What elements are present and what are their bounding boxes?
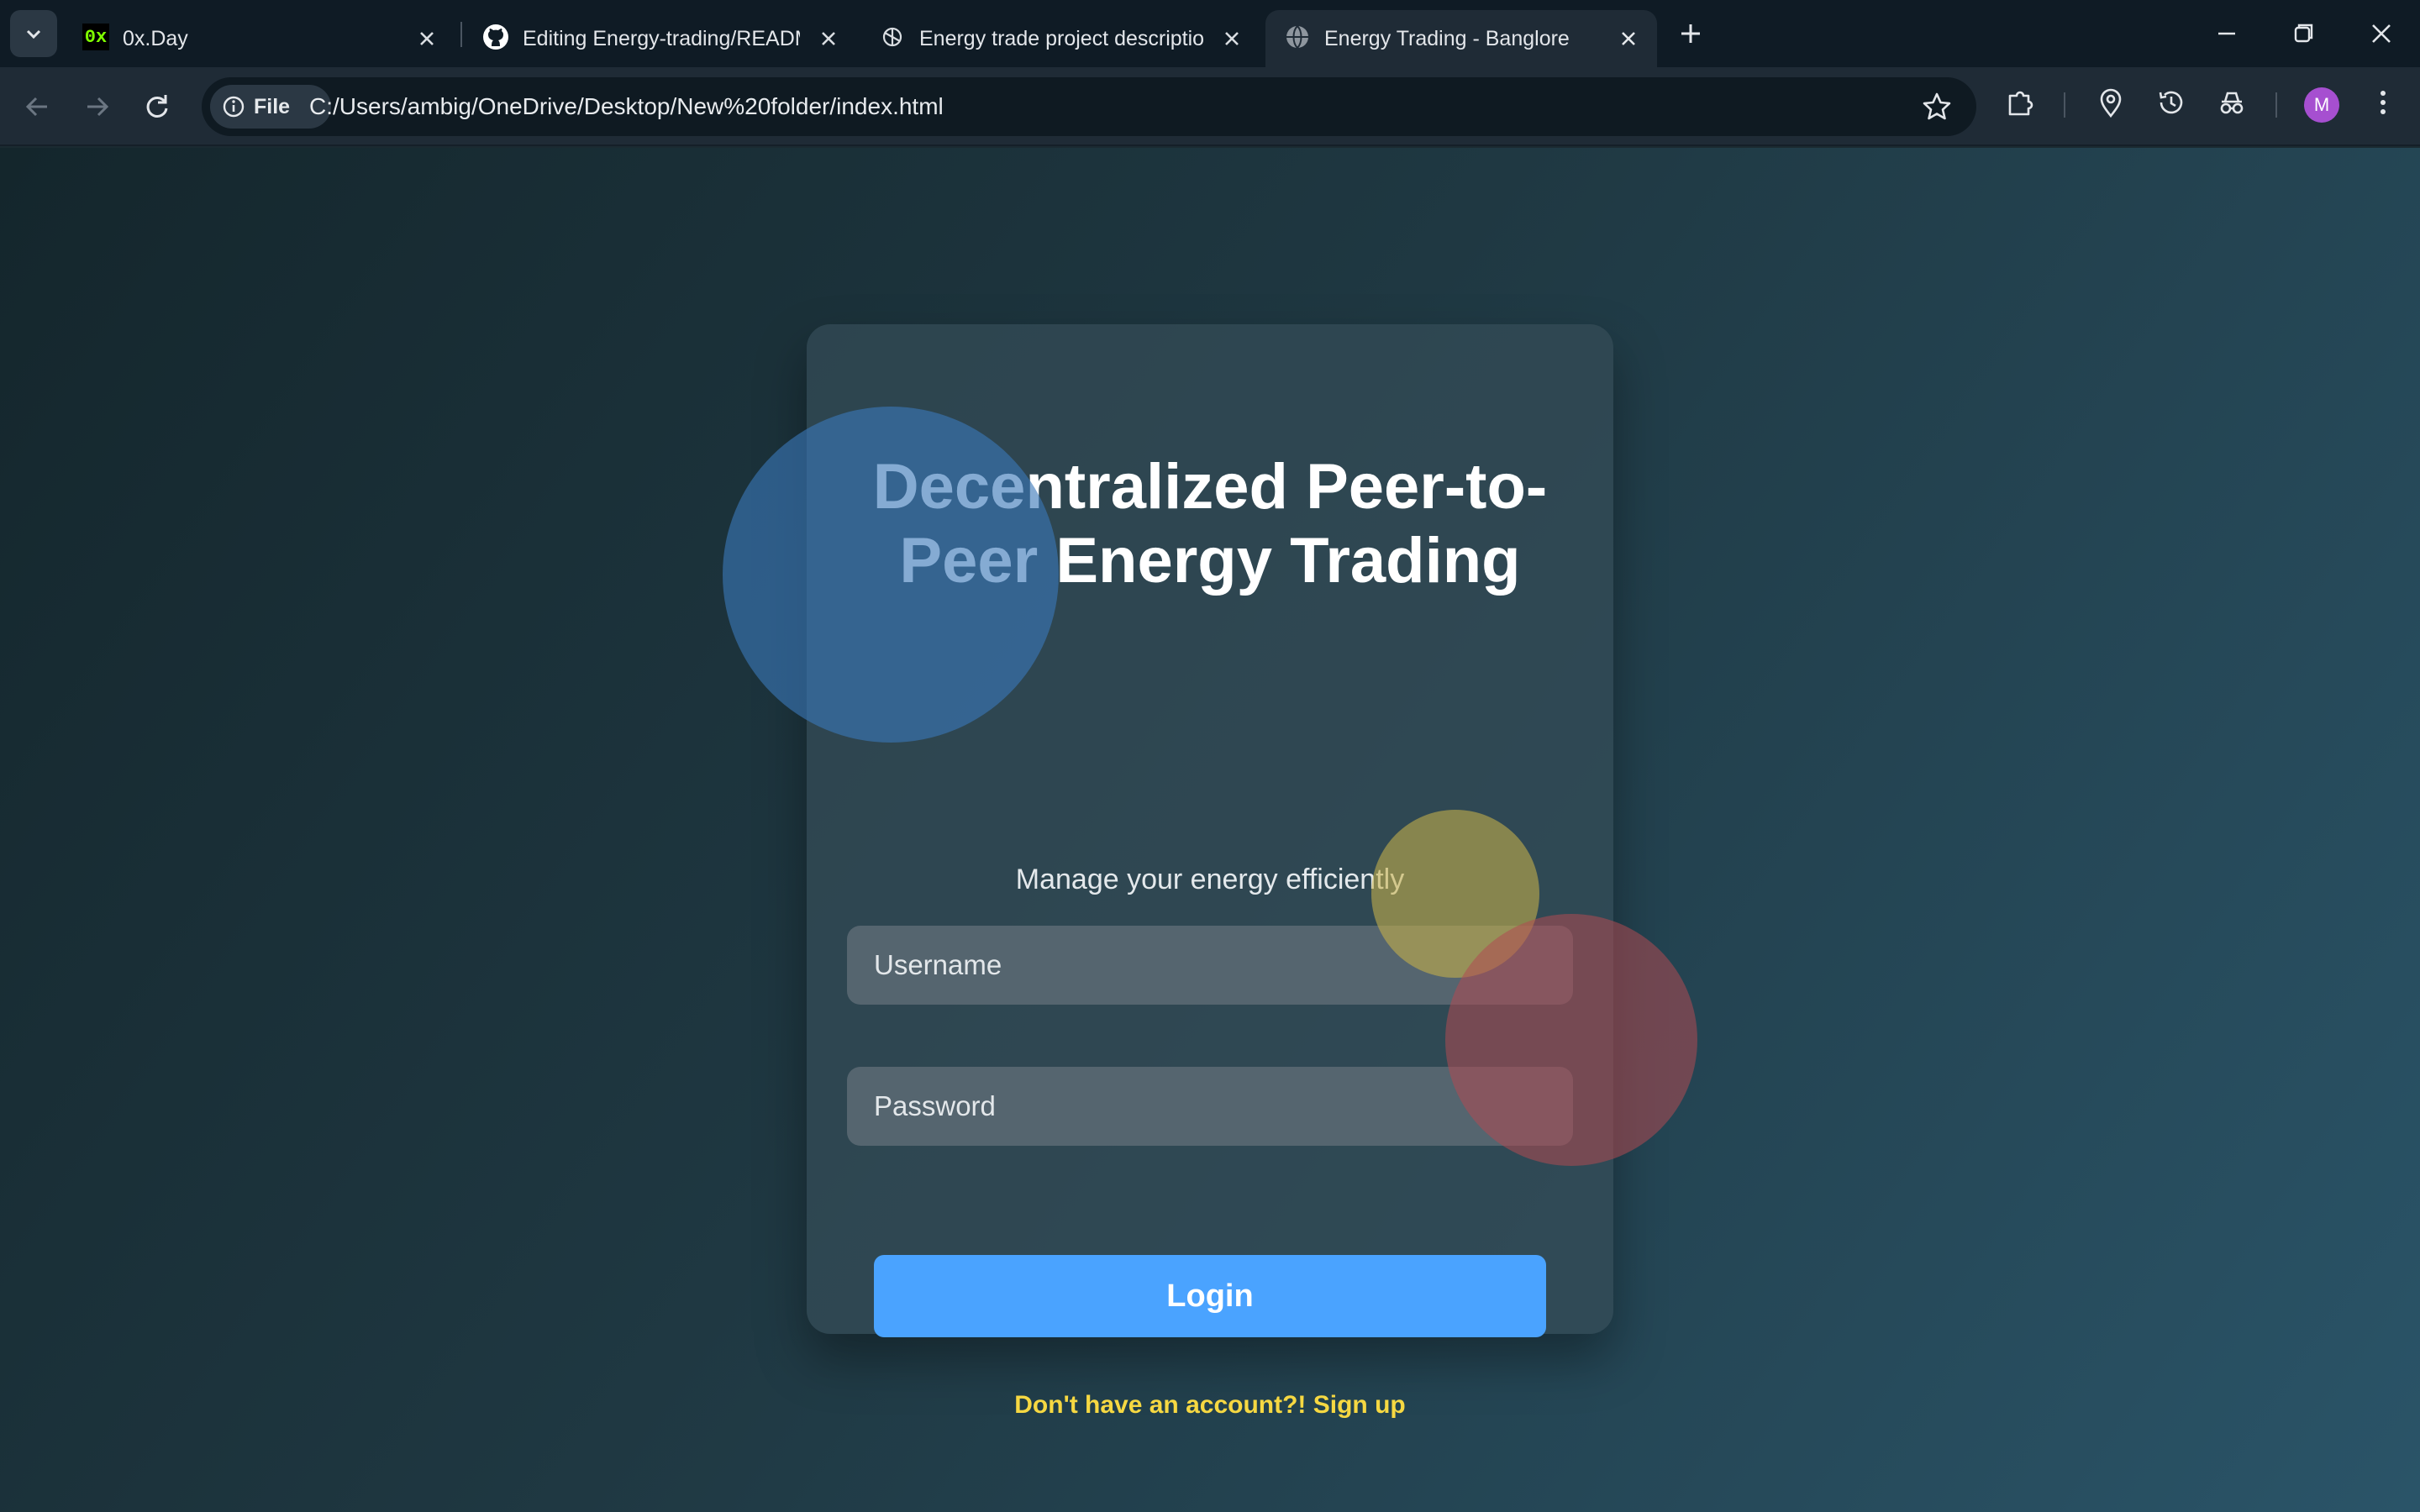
tab-chatgpt[interactable]: Energy trade project description: [860, 10, 1264, 67]
chip-label: File: [254, 94, 291, 118]
bookmark-star-icon[interactable]: [1921, 91, 1953, 123]
page-title: Decentralized Peer-to-Peer Energy Tradin…: [872, 451, 1548, 596]
close-tab-icon[interactable]: [1617, 27, 1640, 50]
toolbar-divider: [2064, 92, 2065, 118]
password-input[interactable]: [847, 1067, 1573, 1146]
address-bar[interactable]: File C:/Users/ambig/OneDrive/Desktop/New…: [202, 77, 1976, 136]
0x-logo-text: 0x: [84, 26, 108, 48]
toolbar-divider: [2275, 92, 2277, 118]
tab-energy-trading[interactable]: Energy Trading - Banglore: [1265, 10, 1657, 67]
tab-title: Editing Energy-trading/README: [523, 27, 800, 50]
new-tab-icon[interactable]: [1674, 17, 1707, 50]
page-subtitle: Manage your energy efficiently: [1015, 864, 1405, 895]
login-button[interactable]: Login: [874, 1255, 1546, 1337]
history-icon[interactable]: [2154, 86, 2188, 119]
restore-icon[interactable]: [2286, 15, 2323, 52]
username-input[interactable]: [847, 926, 1573, 1005]
page-viewport: Decentralized Peer-to-Peer Energy Tradin…: [0, 148, 2420, 1512]
tab-search-button[interactable]: [10, 10, 57, 57]
chevron-down-icon: [26, 29, 41, 39]
signup-link[interactable]: Don't have an account?! Sign up: [807, 1391, 1613, 1420]
info-icon: [223, 96, 245, 118]
tab-strip: 0x 0x.Day Editing Energy-trading/README …: [0, 0, 2420, 67]
globe-icon: [1286, 25, 1308, 49]
close-tab-icon[interactable]: [1220, 27, 1244, 50]
back-arrow-icon[interactable]: [18, 87, 57, 126]
openai-icon: [882, 27, 902, 47]
profile-avatar[interactable]: M: [2304, 87, 2339, 123]
tab-0x-day[interactable]: 0x 0x.Day: [64, 10, 450, 67]
location-pin-icon[interactable]: [2094, 86, 2128, 119]
incognito-icon[interactable]: [2215, 86, 2249, 119]
0x-logo-icon: 0x: [82, 24, 109, 50]
browser-toolbar: File C:/Users/ambig/OneDrive/Desktop/New…: [0, 67, 2420, 146]
tab-title: Energy trade project description: [919, 27, 1205, 50]
forward-arrow-icon[interactable]: [77, 87, 116, 126]
reload-icon[interactable]: [138, 87, 176, 126]
tab-github-readme[interactable]: Editing Energy-trading/README: [464, 10, 859, 67]
close-tab-icon[interactable]: [817, 27, 840, 50]
tab-title: 0x.Day: [123, 27, 188, 50]
profile-initial: M: [2313, 94, 2330, 115]
github-icon: [483, 24, 508, 50]
close-tab-icon[interactable]: [415, 27, 439, 50]
url-text[interactable]: C:/Users/ambig/OneDrive/Desktop/New%20fo…: [309, 77, 944, 136]
tab-title: Energy Trading - Banglore: [1324, 27, 1570, 50]
more-menu-icon[interactable]: [2366, 86, 2400, 119]
login-card: Decentralized Peer-to-Peer Energy Tradin…: [807, 324, 1613, 1419]
close-window-icon[interactable]: [2363, 15, 2400, 52]
minimize-icon[interactable]: [2208, 15, 2245, 52]
tab-divider: [460, 22, 462, 47]
extensions-puzzle-icon[interactable]: [2003, 86, 2037, 119]
